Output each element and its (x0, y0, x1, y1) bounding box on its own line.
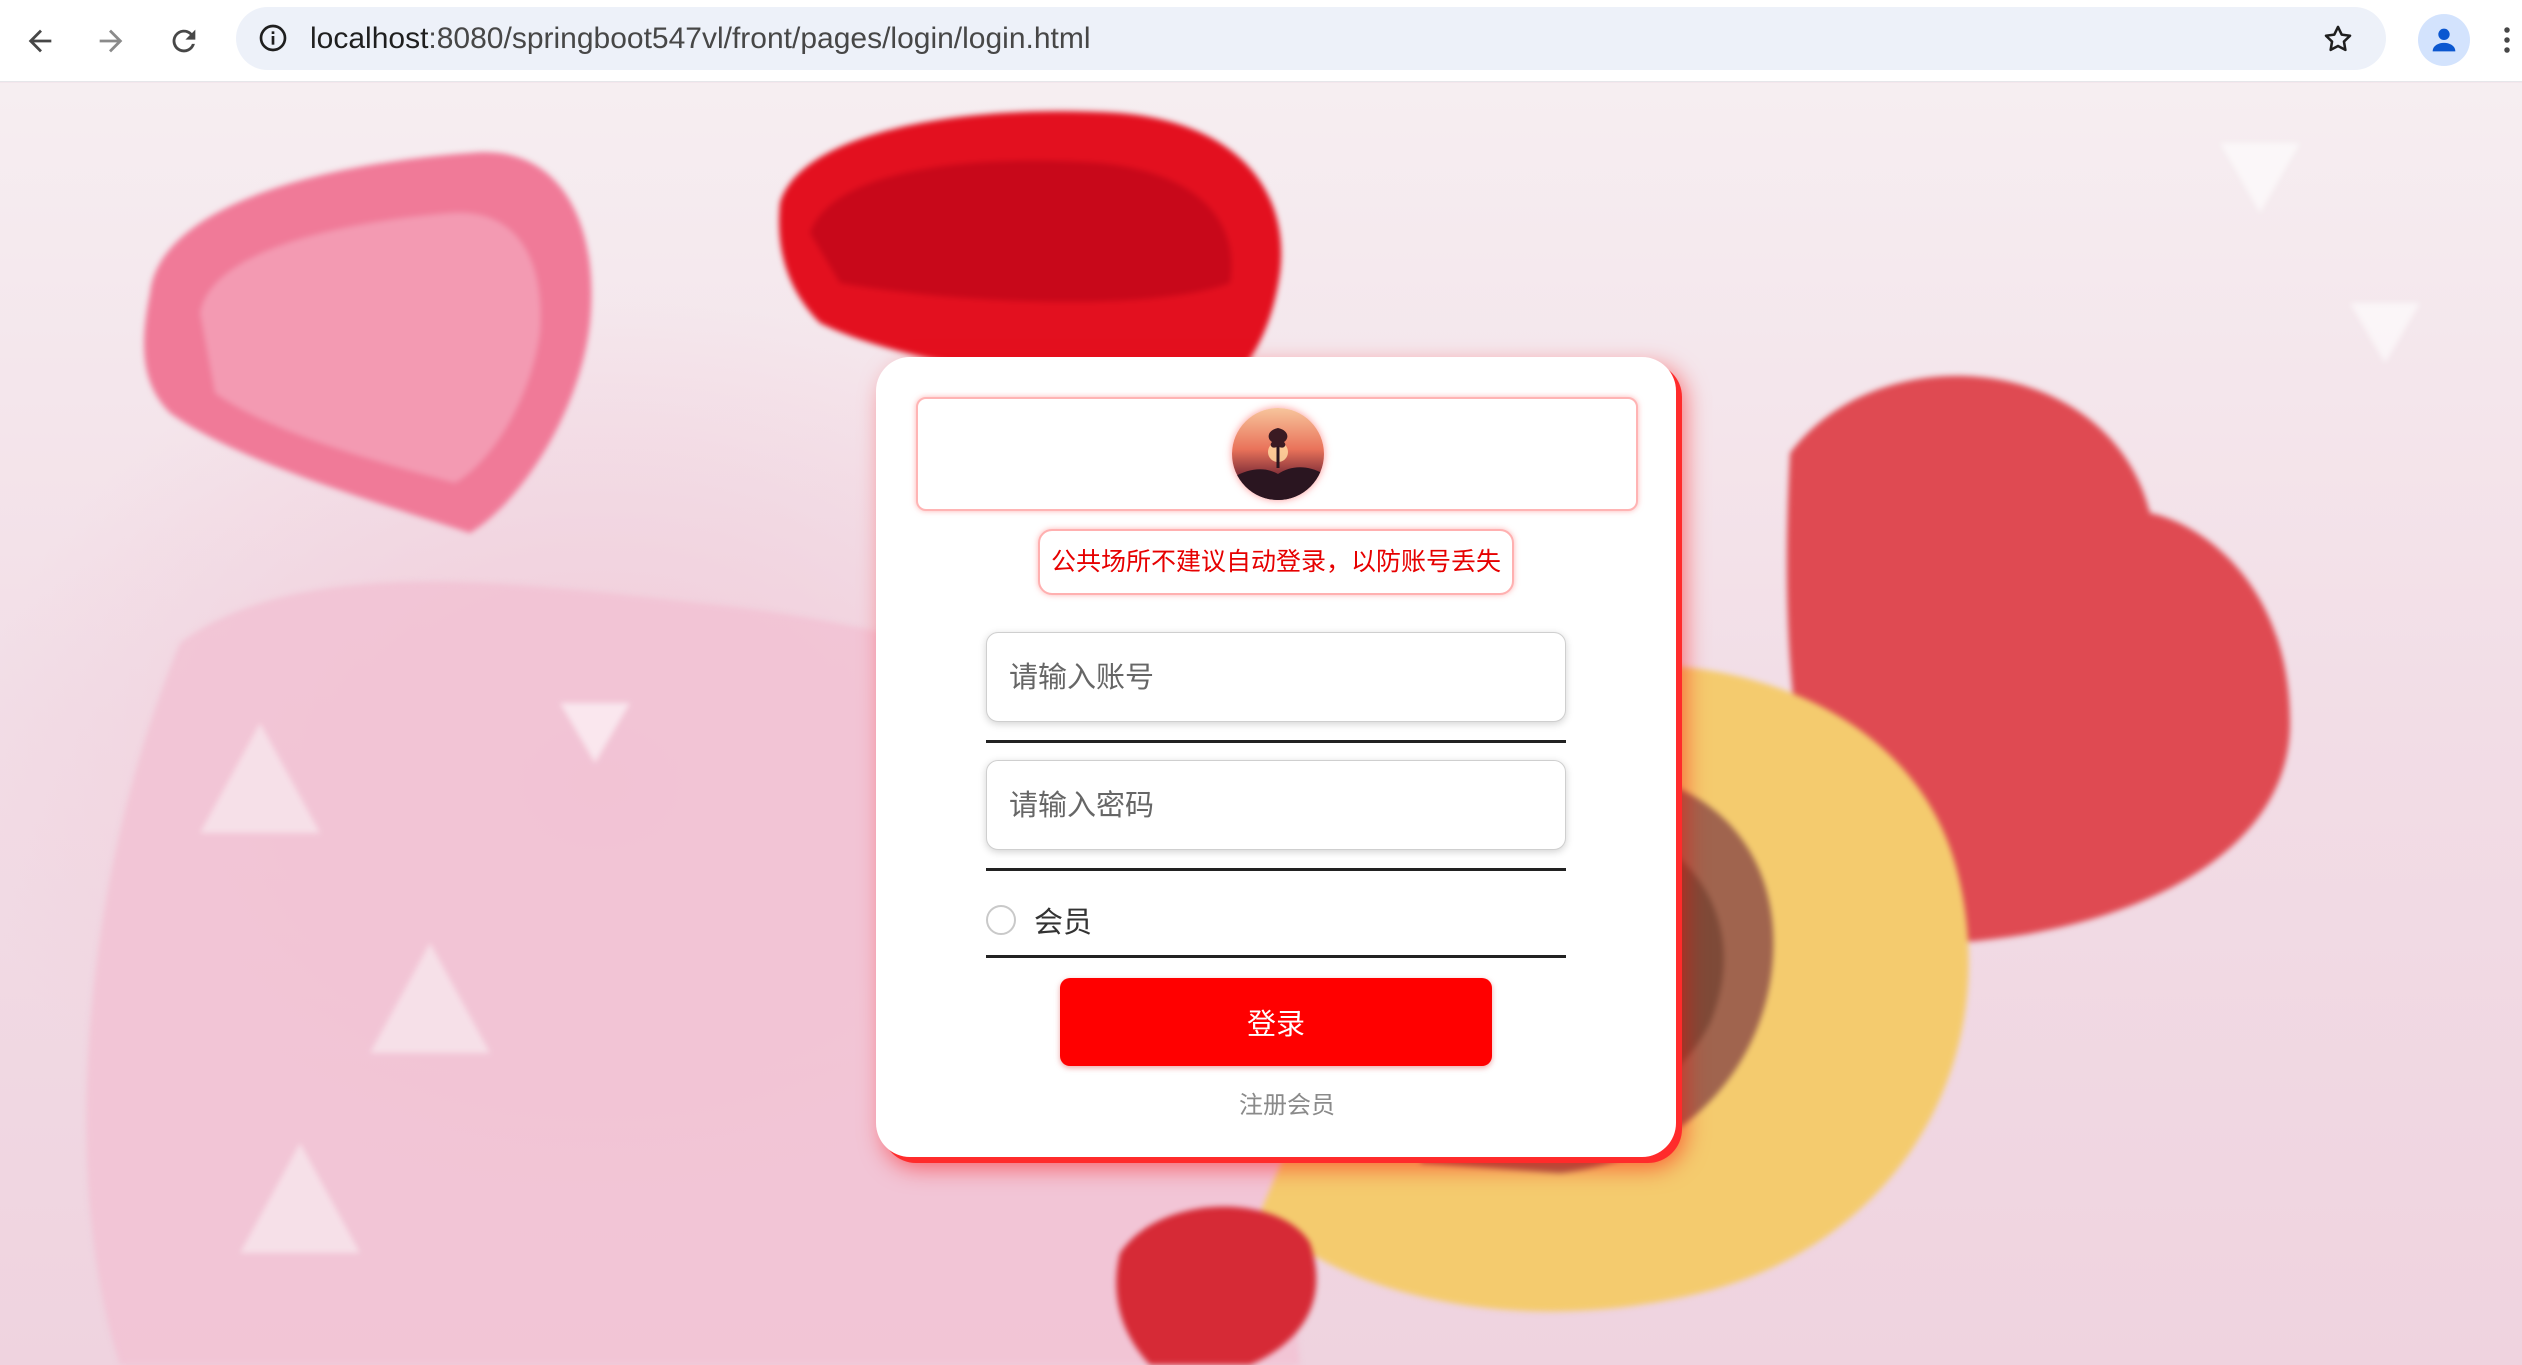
star-icon (2324, 25, 2352, 52)
role-divider (986, 955, 1566, 958)
back-button[interactable] (12, 13, 68, 69)
address-bar[interactable]: localhost:8080/springboot547vl/front/pag… (236, 7, 2386, 70)
site-info-button[interactable] (250, 15, 296, 61)
reload-icon (172, 29, 196, 53)
browser-toolbar: localhost:8080/springboot547vl/front/pag… (0, 0, 2522, 82)
logo-banner (916, 397, 1638, 511)
arrow-right-icon (99, 29, 123, 53)
profile-button[interactable] (2418, 14, 2470, 66)
sunset-tree-logo-icon (1232, 408, 1324, 500)
url-host: localhost (310, 22, 429, 55)
info-icon (259, 24, 287, 52)
arrow-left-icon (28, 29, 52, 53)
browser-menu-button[interactable] (2492, 14, 2522, 66)
role-option-member[interactable]: 会员 (986, 895, 1092, 945)
password-divider (986, 868, 1566, 871)
bookmark-button[interactable] (2318, 19, 2358, 59)
member-radio[interactable] (986, 905, 1016, 935)
forward-button[interactable] (83, 13, 139, 69)
login-button[interactable]: 登录 (1060, 978, 1492, 1066)
more-vert-icon (2504, 27, 2510, 53)
register-member-link[interactable]: 注册会员 (876, 1085, 1698, 1120)
security-notice: 公共场所不建议自动登录，以防账号丢失 (1038, 529, 1514, 595)
account-divider (986, 740, 1566, 743)
reload-button[interactable] (156, 13, 212, 69)
account-input[interactable] (986, 632, 1566, 722)
logo-avatar (1232, 408, 1324, 500)
url-text: localhost:8080/springboot547vl/front/pag… (310, 7, 1091, 70)
url-path: :8080/springboot547vl/front/pages/login/… (428, 22, 1091, 55)
person-icon (2432, 28, 2456, 52)
password-input[interactable] (986, 760, 1566, 850)
login-card: 公共场所不建议自动登录，以防账号丢失 会员 登录 注册会员 (876, 357, 1676, 1157)
member-role-label: 会员 (1034, 905, 1093, 939)
